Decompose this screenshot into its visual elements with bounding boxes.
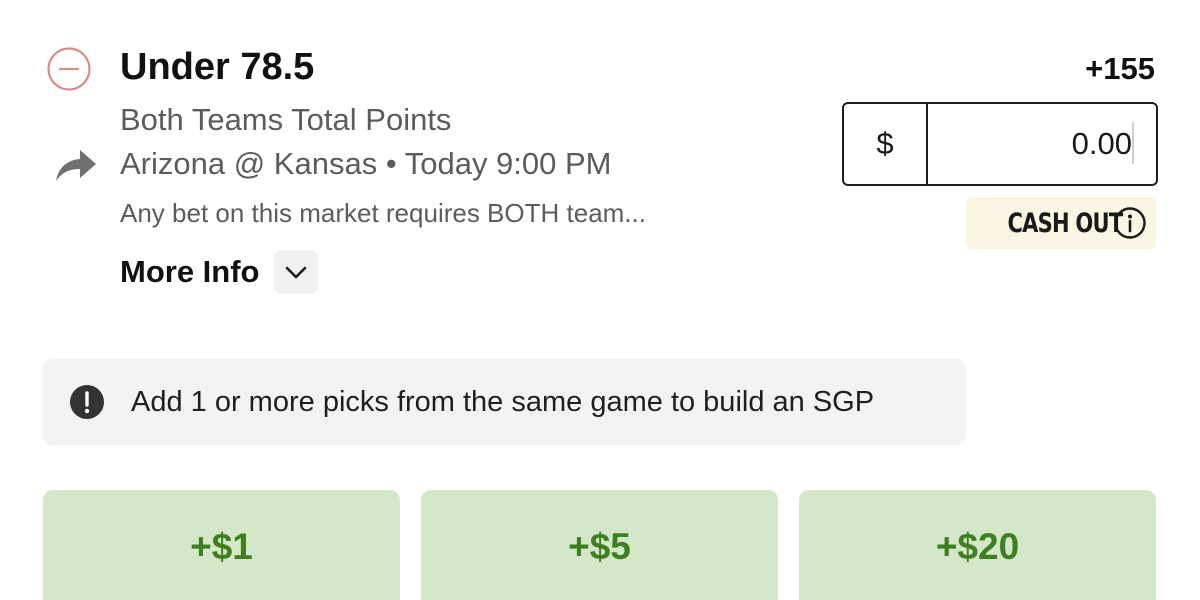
exclamation-circle-icon <box>69 384 105 420</box>
odds-value: +155 <box>1085 51 1155 86</box>
quick-add-5-button[interactable]: +$5 <box>421 490 778 600</box>
market-name: Both Teams Total Points <box>120 102 452 137</box>
quick-add-buttons: +$1 +$5 +$20 <box>43 490 1156 600</box>
quick-add-1-button[interactable]: +$1 <box>43 490 400 600</box>
share-arrow-icon[interactable] <box>54 148 98 184</box>
wager-input[interactable] <box>928 104 1156 184</box>
wager-field[interactable]: $ <box>842 102 1158 186</box>
text-caret <box>1132 122 1134 164</box>
more-info-toggle[interactable]: More Info <box>120 250 318 294</box>
market-rules-text: Any bet on this market requires BOTH tea… <box>120 198 646 228</box>
sgp-notice-text: Add 1 or more picks from the same game t… <box>131 385 875 418</box>
cash-out-badge[interactable]: CASH OUT <box>966 197 1156 249</box>
remove-selection-button[interactable] <box>46 46 92 92</box>
cash-out-label: CASH OUT <box>1007 207 1124 239</box>
sgp-notice: Add 1 or more picks from the same game t… <box>43 359 966 445</box>
selection-title: Under 78.5 <box>120 46 315 88</box>
quick-add-20-button[interactable]: +$20 <box>799 490 1156 600</box>
more-info-label: More Info <box>120 254 260 289</box>
chevron-down-icon <box>273 250 318 294</box>
event-info: Arizona @ Kansas • Today 9:00 PM <box>120 146 612 181</box>
currency-symbol: $ <box>844 104 928 184</box>
remove-circle-icon <box>47 47 91 91</box>
